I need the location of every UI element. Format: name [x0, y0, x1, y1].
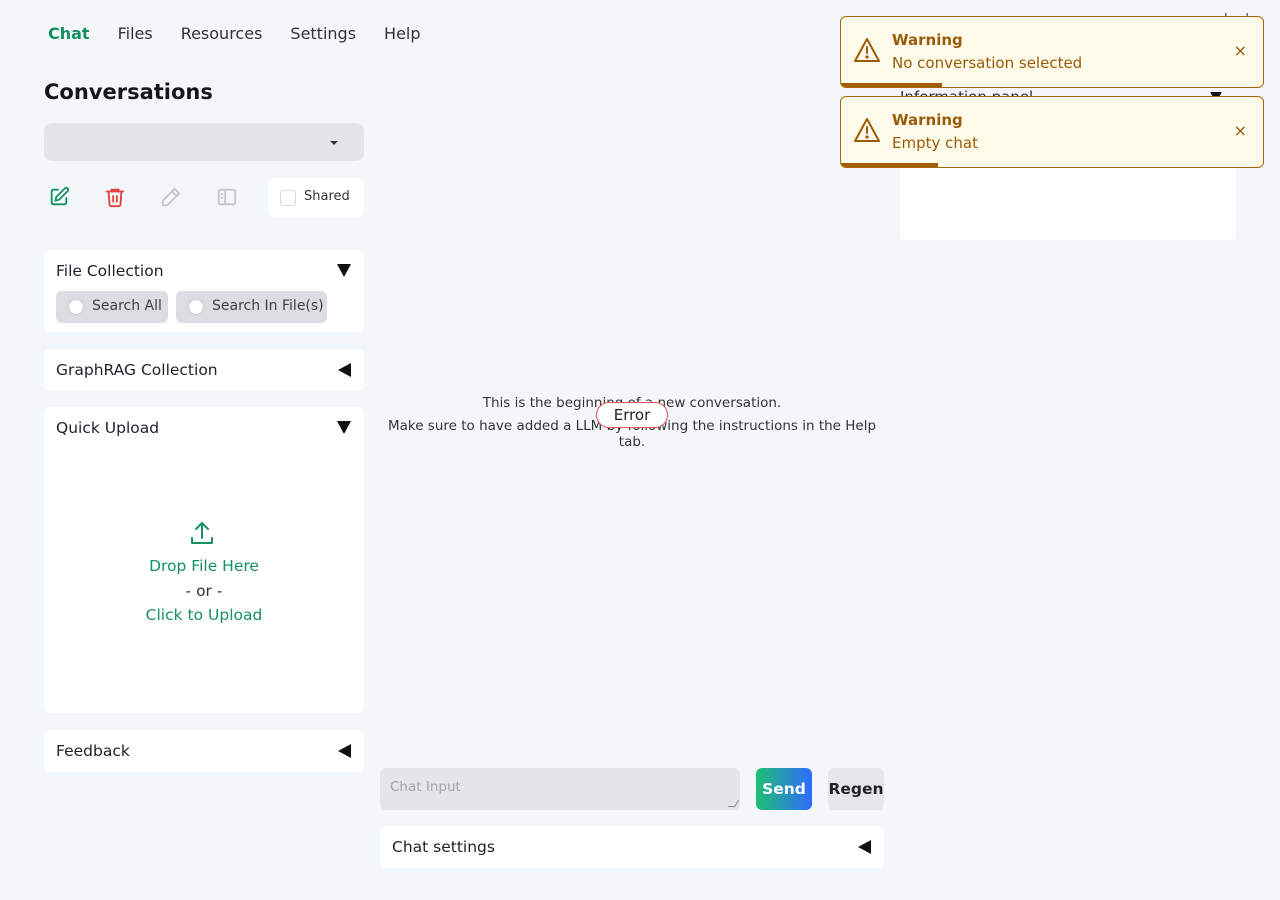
sidebar-toggle-icon[interactable]: [216, 186, 238, 208]
file-collection-title[interactable]: File Collection: [56, 262, 164, 280]
conversation-select[interactable]: [44, 123, 364, 161]
warning-triangle-icon: [853, 37, 881, 67]
graphrag-collection-panel[interactable]: GraphRAG Collection: [44, 349, 364, 391]
quick-upload-panel: Quick Upload Drop File Here - or - Click…: [44, 407, 364, 713]
rename-pencil-icon[interactable]: [160, 186, 182, 208]
toast-progress-bar: [841, 163, 939, 167]
upload-icon: [190, 521, 214, 551]
regen-button[interactable]: Regen: [828, 768, 884, 810]
send-button[interactable]: Send: [756, 768, 812, 810]
click-to-upload-text: Click to Upload: [145, 606, 263, 624]
toast-message: Empty chat: [892, 134, 978, 152]
radio-icon: [68, 299, 84, 315]
chat-input-placeholder: Chat Input: [390, 779, 461, 795]
quick-upload-title[interactable]: Quick Upload: [56, 419, 159, 437]
feedback-panel[interactable]: Feedback: [44, 730, 364, 772]
shared-label: Shared: [304, 189, 350, 204]
error-badge: Error: [596, 402, 668, 428]
expand-triangle-icon[interactable]: [338, 744, 351, 758]
file-collection-panel: File Collection Search All Search In Fil…: [44, 250, 364, 332]
expand-triangle-icon[interactable]: [858, 840, 871, 854]
tab-resources[interactable]: Resources: [181, 24, 263, 44]
shared-toggle[interactable]: Shared: [268, 178, 364, 218]
collapse-triangle-icon[interactable]: [337, 264, 351, 277]
chat-settings-panel[interactable]: Chat settings: [380, 826, 884, 868]
conversation-toolbar: Shared: [44, 178, 364, 218]
radio-label: Search All: [92, 298, 162, 314]
radio-icon: [188, 299, 204, 315]
warning-toast: Warning Empty chat ×: [840, 96, 1264, 168]
shared-checkbox[interactable]: [280, 190, 296, 206]
toast-message: No conversation selected: [892, 54, 1083, 72]
radio-search-all[interactable]: Search All: [56, 291, 168, 323]
drop-file-text: Drop File Here: [149, 557, 259, 575]
radio-label: Search In File(s): [212, 298, 324, 314]
tab-files[interactable]: Files: [118, 24, 153, 44]
warning-toast: Warning No conversation selected ×: [840, 16, 1264, 88]
toast-title: Warning: [892, 31, 963, 49]
new-conversation-icon[interactable]: [48, 186, 70, 208]
conversations-title: Conversations: [44, 80, 213, 104]
caret-down-icon: [330, 141, 338, 145]
delete-trash-icon[interactable]: [104, 186, 126, 208]
toast-title: Warning: [892, 111, 963, 129]
chat-settings-title: Chat settings: [392, 838, 495, 856]
collapse-triangle-icon[interactable]: [337, 421, 351, 434]
radio-search-in-files[interactable]: Search In File(s): [176, 291, 327, 323]
resize-grip-icon[interactable]: [727, 800, 740, 807]
tab-help[interactable]: Help: [384, 24, 420, 44]
expand-triangle-icon[interactable]: [338, 363, 351, 377]
warning-triangle-icon: [853, 117, 881, 147]
feedback-title: Feedback: [56, 742, 130, 760]
top-nav: Chat Files Resources Settings Help: [48, 24, 449, 44]
close-icon[interactable]: ×: [1234, 41, 1247, 60]
or-separator: - or -: [185, 582, 223, 600]
tab-settings[interactable]: Settings: [290, 24, 356, 44]
close-icon[interactable]: ×: [1234, 121, 1247, 140]
tab-chat[interactable]: Chat: [48, 24, 90, 44]
toast-progress-bar: [841, 83, 943, 87]
graphrag-collection-title: GraphRAG Collection: [56, 361, 218, 379]
chat-input[interactable]: Chat Input: [380, 768, 740, 810]
